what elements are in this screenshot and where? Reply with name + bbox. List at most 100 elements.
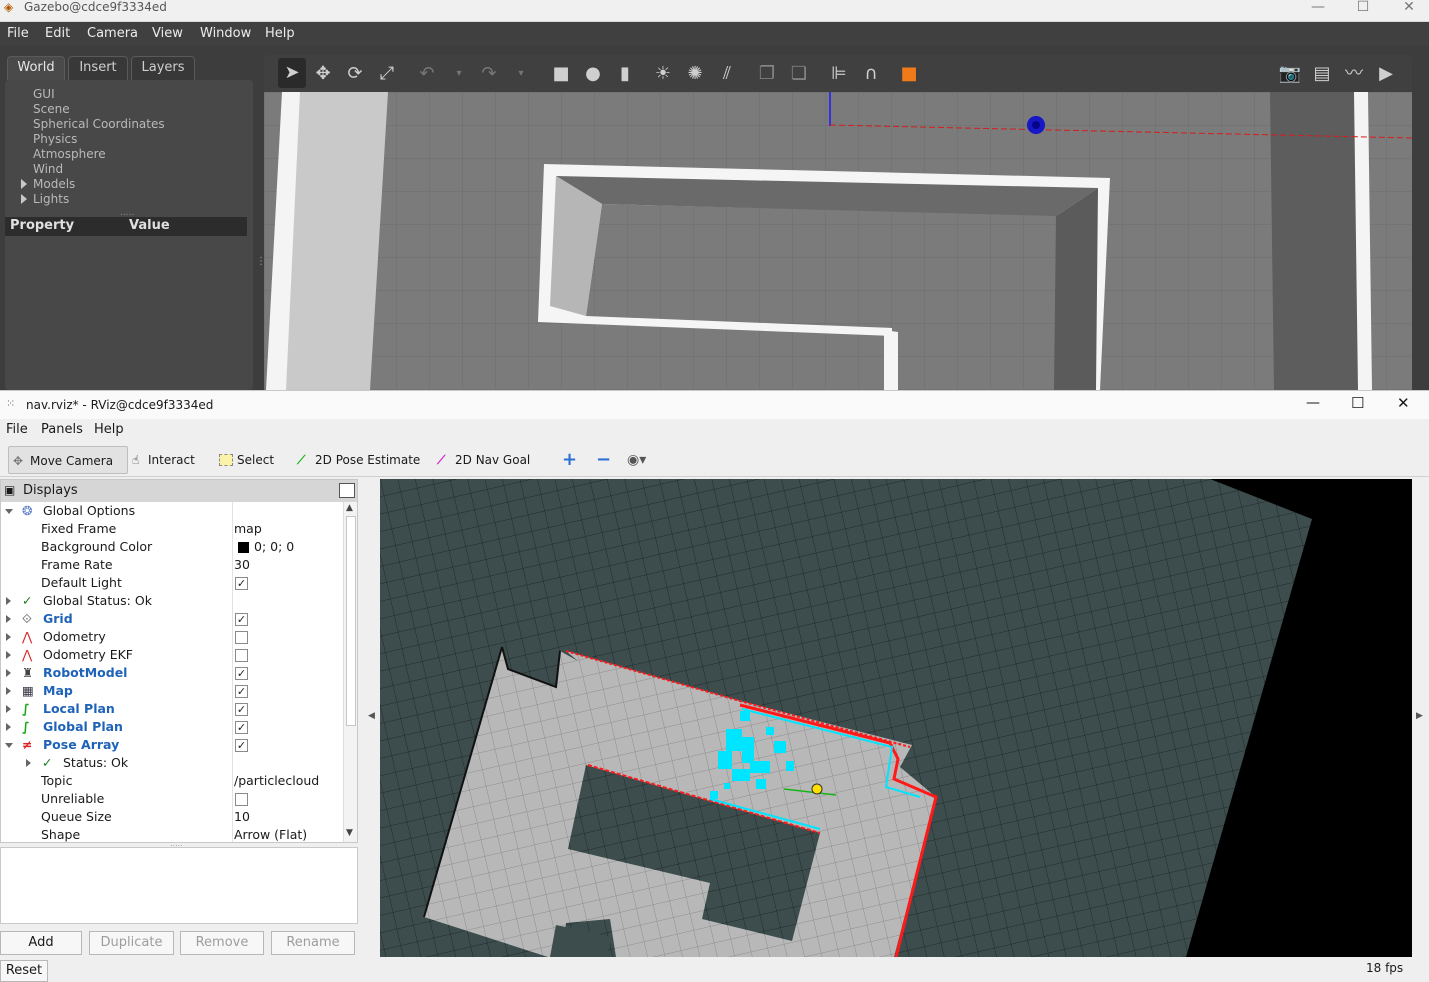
select-tool[interactable]: Select [219,446,289,474]
collapse-right-icon[interactable]: ▶ [1416,711,1423,721]
redo-icon[interactable]: ↷ [477,62,501,86]
expand-icon[interactable] [6,687,11,695]
local-plan-checkbox[interactable]: ✓ [235,703,248,716]
map-checkbox[interactable]: ✓ [235,685,248,698]
column-divider[interactable] [232,502,233,842]
point-light-icon[interactable]: ☀ [651,62,675,86]
shape-value[interactable]: Arrow (Flat) [234,826,307,842]
maximize-icon[interactable]: ☐ [1351,394,1364,412]
row-robot-model[interactable]: ♜ RobotModel ✓ [1,664,343,682]
scroll-up-icon[interactable]: ▲ [346,503,353,513]
remove-tool-icon[interactable]: − [596,446,611,474]
menu-panels[interactable]: Panels [41,422,83,437]
fixed-frame-value[interactable]: map [234,520,262,538]
log-icon[interactable]: ▤ [1310,62,1334,86]
row-background-color[interactable]: Background Color 0; 0; 0 [1,538,343,556]
expand-icon[interactable] [26,759,31,767]
expand-models-icon[interactable] [21,179,27,189]
tree-item-scene[interactable]: Scene [33,102,70,116]
move-camera-tool[interactable]: ✥ Move Camera [8,446,128,474]
pose-array-checkbox[interactable]: ✓ [235,739,248,752]
cylinder-shape-icon[interactable]: ▮ [613,62,637,86]
expand-icon[interactable] [6,723,11,731]
tree-item-physics[interactable]: Physics [33,132,77,146]
add-tool-icon[interactable]: + [562,446,577,474]
row-unreliable[interactable]: Unreliable [1,790,343,808]
row-status-ok[interactable]: ✓ Status: Ok [1,754,343,772]
select-mode-icon[interactable]: ➤ [278,58,306,88]
row-odometry-ekf[interactable]: ⋀ Odometry EKF [1,646,343,664]
remove-button[interactable]: Remove [180,931,264,955]
expand-icon[interactable] [6,597,11,605]
tree-item-gui[interactable]: GUI [33,87,55,101]
collapse-left-icon[interactable]: ◀ [368,711,375,721]
copy-icon[interactable]: ❐ [755,62,779,86]
duplicate-button[interactable]: Duplicate [89,931,174,955]
expand-icon[interactable] [6,633,11,641]
global-plan-checkbox[interactable]: ✓ [235,721,248,734]
scroll-down-icon[interactable]: ▼ [346,828,353,838]
row-queue-size[interactable]: Queue Size 10 [1,808,343,826]
directional-light-icon[interactable]: ⫽ [715,62,739,86]
snap-icon[interactable]: ∩ [859,62,883,86]
odometry-ekf-checkbox[interactable] [235,649,248,662]
video-record-icon[interactable]: ▶ [1374,62,1398,86]
maximize-icon[interactable]: ☐ [1348,0,1378,14]
expand-lights-icon[interactable] [21,194,27,204]
menu-edit[interactable]: Edit [45,26,70,41]
menu-window[interactable]: Window [200,26,251,41]
row-pose-array[interactable]: ≠ Pose Array ✓ [1,736,343,754]
collapse-icon[interactable] [5,509,13,514]
nav-goal-tool[interactable]: ⟋ 2D Nav Goal [437,446,537,474]
menu-view[interactable]: View [152,26,183,41]
background-color-value[interactable]: 0; 0; 0 [254,538,294,556]
menu-file[interactable]: File [6,422,28,437]
row-local-plan[interactable]: ∫ Local Plan ✓ [1,700,343,718]
expand-icon[interactable] [6,669,11,677]
expand-icon[interactable] [6,705,11,713]
row-global-status[interactable]: ✓ Global Status: Ok [1,592,343,610]
minimize-icon[interactable]: — [1306,395,1320,411]
row-topic[interactable]: Topic /particlecloud [1,772,343,790]
row-map[interactable]: ▦ Map ✓ [1,682,343,700]
robot-model-checkbox[interactable]: ✓ [235,667,248,680]
menu-help[interactable]: Help [265,26,295,41]
row-global-plan[interactable]: ∫ Global Plan ✓ [1,718,343,736]
pose-estimate-tool[interactable]: ⟋ 2D Pose Estimate [297,446,427,474]
grid-checkbox[interactable]: ✓ [235,613,248,626]
undo-history-icon[interactable]: ▾ [447,62,471,86]
add-button[interactable]: Add [0,931,82,955]
scrollbar-thumb[interactable] [346,516,356,726]
plot-icon[interactable]: 〰 [1342,62,1366,86]
spot-light-icon[interactable]: ✺ [683,62,707,86]
undock-icon[interactable] [339,483,355,498]
tab-layers[interactable]: Layers [131,56,195,80]
rename-button[interactable]: Rename [271,931,355,955]
unreliable-checkbox[interactable] [235,793,248,806]
row-grid[interactable]: ⟐ Grid ✓ [1,610,343,628]
row-global-options[interactable]: ❂ Global Options [1,502,343,520]
view-tool-icon[interactable]: ◉▾ [627,446,646,474]
collapse-icon[interactable] [5,743,13,748]
row-default-light[interactable]: Default Light ✓ [1,574,343,592]
redo-history-icon[interactable]: ▾ [509,62,533,86]
default-light-checkbox[interactable]: ✓ [235,577,248,590]
frame-rate-value[interactable]: 30 [234,556,250,574]
menu-file[interactable]: File [7,26,29,41]
topic-value[interactable]: /particlecloud [234,772,319,790]
rotate-mode-icon[interactable]: ⟳ [343,62,367,86]
odometry-checkbox[interactable] [235,631,248,644]
scale-mode-icon[interactable]: ⤢ [375,62,399,86]
interact-tool[interactable]: ☝ Interact [132,446,212,474]
paste-icon[interactable]: ❏ [787,62,811,86]
tab-insert[interactable]: Insert [68,56,128,80]
undo-icon[interactable]: ↶ [415,62,439,86]
tree-item-wind[interactable]: Wind [33,162,63,176]
row-frame-rate[interactable]: Frame Rate 30 [1,556,343,574]
translate-mode-icon[interactable]: ✥ [311,62,335,86]
minimize-icon[interactable]: — [1303,0,1333,14]
tree-item-atmosphere[interactable]: Atmosphere [33,147,106,161]
tree-item-spherical-coordinates[interactable]: Spherical Coordinates [33,117,165,131]
menu-help[interactable]: Help [94,422,124,437]
view-angle-icon[interactable]: ■ [897,62,921,86]
